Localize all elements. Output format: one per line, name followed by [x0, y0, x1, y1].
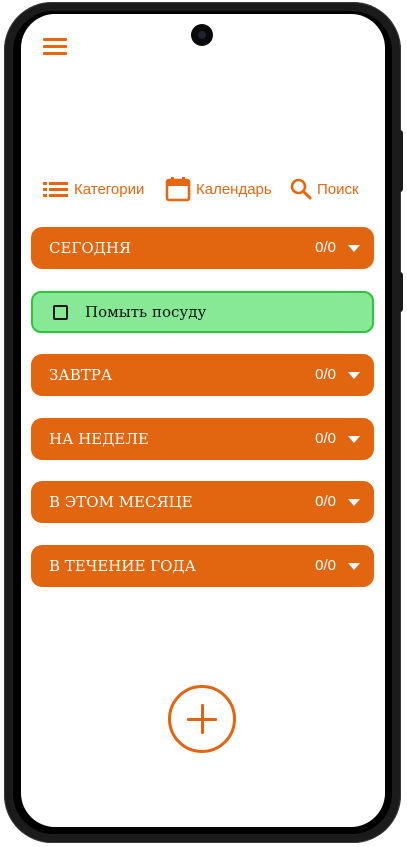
front-camera [191, 24, 213, 46]
task-label: Помыть посуду [85, 303, 207, 321]
caret-down-icon[interactable] [348, 245, 360, 252]
caret-down-icon[interactable] [348, 436, 360, 443]
plus-circle-icon[interactable] [168, 685, 236, 753]
section-month[interactable]: В ЭТОМ МЕСЯЦЕ 0/0 [31, 481, 374, 523]
section-title: В ЭТОМ МЕСЯЦЕ [49, 493, 193, 511]
section-count: 0/0 [315, 557, 336, 574]
search-icon [290, 178, 312, 200]
section-count: 0/0 [315, 239, 336, 256]
caret-down-icon[interactable] [348, 372, 360, 379]
section-count: 0/0 [315, 366, 336, 383]
nav-categories[interactable]: Категории [43, 174, 144, 204]
menu-icon[interactable] [43, 38, 67, 58]
nav-calendar-label: Календарь [196, 180, 272, 198]
app-screen: Категории Календарь Поиск СЕГОДНЯ 0/0 По… [21, 14, 385, 827]
section-title: НА НЕДЕЛЕ [49, 430, 149, 448]
task-item[interactable]: Помыть посуду [31, 291, 374, 333]
section-tomorrow[interactable]: ЗАВТРА 0/0 [31, 354, 374, 396]
power-button [397, 272, 403, 312]
caret-down-icon[interactable] [348, 499, 360, 506]
section-title: ЗАВТРА [49, 366, 113, 384]
nav-search-label: Поиск [317, 180, 359, 198]
section-week[interactable]: НА НЕДЕЛЕ 0/0 [31, 418, 374, 460]
top-nav: Категории Календарь Поиск [21, 174, 385, 204]
task-checkbox[interactable] [53, 305, 68, 320]
calendar-icon [165, 177, 191, 202]
nav-categories-label: Категории [74, 180, 145, 198]
nav-search[interactable]: Поиск [290, 174, 359, 204]
section-count: 0/0 [315, 430, 336, 447]
section-title: В ТЕЧЕНИЕ ГОДА [49, 557, 196, 575]
nav-calendar[interactable]: Календарь [165, 174, 272, 204]
section-year[interactable]: В ТЕЧЕНИЕ ГОДА 0/0 [31, 545, 374, 587]
section-count: 0/0 [315, 493, 336, 510]
section-title: СЕГОДНЯ [49, 239, 132, 257]
caret-down-icon[interactable] [348, 563, 360, 570]
volume-button [397, 130, 403, 192]
section-today[interactable]: СЕГОДНЯ 0/0 [31, 227, 374, 269]
list-icon [43, 182, 68, 197]
